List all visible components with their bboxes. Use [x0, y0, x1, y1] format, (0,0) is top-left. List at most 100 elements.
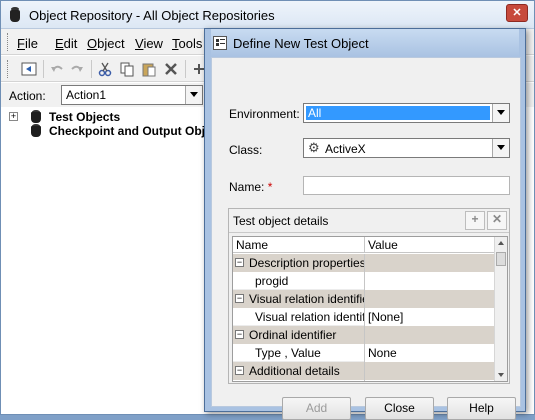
grid-cell-name: Type , Value	[233, 344, 364, 362]
grid-cell-value[interactable]: None	[364, 344, 495, 362]
grid-cell-name: Enable Smart Identifi	[233, 380, 364, 381]
environment-label: Environment:	[229, 107, 300, 121]
details-header: Test object details + ✕	[229, 209, 509, 233]
dialog-body: Environment: All Class: ⚙ ActiveX Name: …	[211, 57, 521, 420]
grid-cell-name-text: Description properties	[249, 256, 364, 270]
grid-category-row[interactable]: − Additional details	[233, 362, 495, 380]
repository-app-icon	[9, 7, 21, 23]
remove-property-button[interactable]: ✕	[487, 211, 507, 230]
grid-cell-name-text: Ordinal identifier	[249, 328, 337, 342]
collapse-icon[interactable]: −	[235, 294, 244, 303]
undo-icon[interactable]	[49, 61, 65, 77]
delete-icon[interactable]	[163, 61, 179, 77]
toolbar-separator	[185, 60, 186, 78]
grid-cell-value[interactable]	[364, 362, 495, 380]
grid-cell-name: − Additional details	[233, 362, 364, 380]
scroll-down-icon[interactable]	[498, 373, 504, 377]
grid-cell-name: − Description properties	[233, 254, 364, 272]
column-header-value[interactable]: Value	[368, 238, 398, 252]
define-new-test-object-dialog: Define New Test Object Environment: All …	[204, 28, 526, 420]
grid-cell-value[interactable]: [None]	[364, 308, 495, 326]
grid-property-row[interactable]: Type , Value None	[233, 344, 495, 362]
object-repository-titlebar[interactable]: Object Repository - All Object Repositor…	[1, 1, 534, 29]
dialog-titlebar[interactable]: Define New Test Object	[205, 29, 525, 57]
menu-edit[interactable]: Edit	[55, 36, 77, 51]
name-input[interactable]	[303, 176, 510, 195]
grid-cell-name: progid	[233, 272, 364, 290]
menu-view[interactable]: View	[135, 36, 163, 51]
grid-cell-value[interactable]	[364, 254, 495, 272]
toolbar-grip-icon	[7, 60, 10, 78]
collapse-icon[interactable]: −	[235, 330, 244, 339]
grid-cell-value[interactable]: False	[364, 380, 495, 381]
add-property-button[interactable]: +	[465, 211, 485, 230]
scroll-thumb[interactable]	[496, 252, 506, 266]
grid-property-row[interactable]: Enable Smart IdentifiFalse	[233, 380, 495, 381]
grid-category-row[interactable]: − Visual relation identifier	[233, 290, 495, 308]
chevron-down-icon[interactable]	[492, 139, 509, 157]
grid-category-row[interactable]: − Ordinal identifier	[233, 326, 495, 344]
repository-icon	[31, 124, 41, 138]
window-close-button[interactable]: ✕	[506, 4, 528, 22]
scroll-up-icon[interactable]	[498, 241, 504, 245]
test-object-details-panel: Test object details + ✕ Name Value − Desc…	[228, 208, 510, 384]
close-icon: ✕	[491, 212, 503, 226]
menubar-grip-icon	[7, 33, 10, 51]
expand-icon[interactable]: +	[9, 112, 18, 121]
toolbar-separator	[43, 60, 44, 78]
toolbar-separator	[91, 60, 92, 78]
name-label: Name: *	[229, 180, 273, 194]
class-select[interactable]: ⚙ ActiveX	[303, 138, 510, 158]
form-icon	[213, 36, 227, 50]
copy-icon[interactable]	[119, 61, 135, 77]
repository-icon	[31, 110, 41, 124]
grid-cell-name-text: Type , Value	[255, 346, 321, 360]
grid-scrollbar[interactable]	[494, 237, 507, 381]
action-select-value: Action1	[66, 88, 107, 102]
menu-tools[interactable]: Tools	[172, 36, 202, 51]
collapse-icon[interactable]: −	[235, 258, 244, 267]
grid-property-row[interactable]: Visual relation identifi...[None]	[233, 308, 495, 326]
tree-item-label: Checkpoint and Output Obje	[49, 124, 212, 138]
grid-header: Name Value	[233, 237, 495, 253]
grid-cell-name: Visual relation identifi...	[233, 308, 364, 326]
paste-icon[interactable]	[141, 61, 157, 77]
plus-icon: +	[471, 212, 479, 226]
required-marker: *	[267, 180, 273, 194]
activex-gear-icon: ⚙	[308, 140, 320, 155]
grid-cell-value[interactable]	[364, 326, 495, 344]
help-button[interactable]: Help	[447, 397, 516, 420]
redo-icon[interactable]	[69, 61, 85, 77]
details-title: Test object details	[233, 214, 329, 228]
grid-cell-value[interactable]	[364, 272, 495, 290]
tree-item-label: Test Objects	[49, 110, 121, 124]
menu-object[interactable]: Object	[87, 36, 125, 51]
add-button[interactable]: Add	[282, 397, 351, 420]
class-select-value: ActiveX	[325, 142, 366, 156]
object-tree: + Test Objects Checkpoint and Output Obj…	[1, 107, 212, 416]
cut-icon[interactable]	[97, 61, 113, 77]
grid-cell-name-text: Visual relation identifi...	[255, 310, 364, 324]
collapse-icon[interactable]: −	[235, 366, 244, 375]
grid-cell-name-text: progid	[255, 274, 289, 288]
column-divider[interactable]	[364, 237, 365, 253]
grid-property-row[interactable]: progid	[233, 272, 495, 290]
close-button[interactable]: Close	[365, 397, 434, 420]
action-label: Action:	[9, 89, 46, 103]
environment-select-value: All	[306, 106, 490, 120]
chevron-down-icon[interactable]	[492, 104, 509, 122]
properties-grid: Name Value − Description properties progid…	[232, 236, 508, 382]
menu-file[interactable]: File	[17, 36, 38, 51]
environment-select[interactable]: All	[303, 103, 510, 123]
action-select[interactable]: Action1	[61, 85, 203, 105]
window-title: Object Repository - All Object Repositor…	[29, 8, 275, 23]
grid-category-row[interactable]: − Description properties	[233, 254, 495, 272]
navigate-back-icon[interactable]	[21, 61, 37, 77]
grid-cell-name-text: Additional details	[249, 364, 340, 378]
grid-cell-name: − Visual relation identifier	[233, 290, 364, 308]
grid-cell-name: − Ordinal identifier	[233, 326, 364, 344]
chevron-down-icon[interactable]	[185, 86, 202, 104]
grid-cell-value[interactable]	[364, 290, 495, 308]
column-header-name[interactable]: Name	[236, 238, 268, 252]
grid-cell-name-text: Visual relation identifier	[249, 292, 364, 306]
